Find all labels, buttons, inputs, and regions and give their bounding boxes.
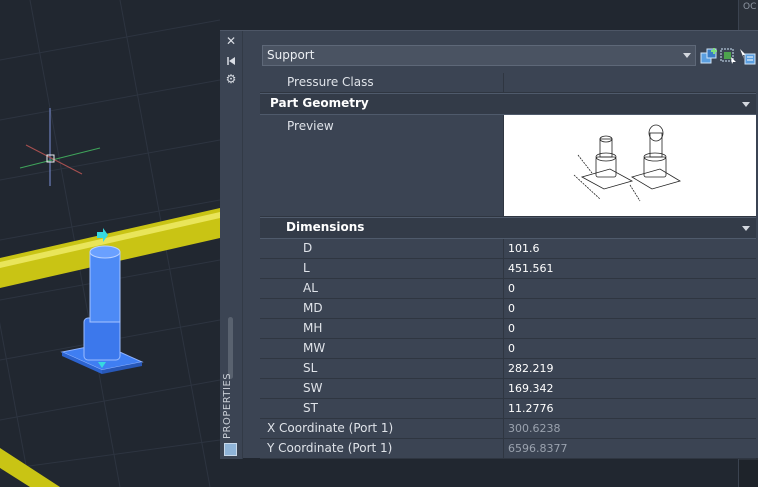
chevron-down-icon bbox=[683, 53, 691, 58]
section-part-geometry[interactable]: Part Geometry bbox=[260, 93, 756, 115]
property-label: AL bbox=[302, 279, 504, 298]
right-edge-bottom-block bbox=[739, 460, 758, 487]
dimension-row[interactable]: ST 11.2776 bbox=[260, 399, 756, 419]
property-value[interactable]: 282.219 bbox=[504, 359, 756, 378]
pipe-lower[interactable] bbox=[0, 448, 60, 487]
property-label: Pressure Class bbox=[286, 73, 504, 92]
dimension-row[interactable]: SL 282.219 bbox=[260, 359, 756, 379]
property-value[interactable]: 0 bbox=[504, 299, 756, 318]
toggle-pickadd-icon[interactable] bbox=[700, 47, 718, 65]
dimension-row[interactable]: AL 0 bbox=[260, 279, 756, 299]
property-label: MD bbox=[302, 299, 504, 318]
preview-image bbox=[504, 115, 756, 216]
palette-menu-icon[interactable] bbox=[224, 443, 237, 456]
dimension-row[interactable]: MW 0 bbox=[260, 339, 756, 359]
property-value[interactable]: 101.6 bbox=[504, 239, 756, 258]
property-label: SL bbox=[302, 359, 504, 378]
object-type-select[interactable]: Support bbox=[262, 45, 696, 66]
autohide-icon[interactable] bbox=[223, 53, 239, 69]
coordinate-row[interactable]: X Coordinate (Port 1) 300.6238 bbox=[260, 419, 756, 439]
coordinate-row[interactable]: Y Coordinate (Port 1) 6596.8377 bbox=[260, 439, 756, 459]
close-icon[interactable]: ✕ bbox=[223, 33, 239, 49]
object-type-value: Support bbox=[267, 48, 315, 62]
property-row[interactable]: Pressure Class bbox=[260, 73, 756, 93]
dimension-row[interactable]: MH 0 bbox=[260, 319, 756, 339]
preview-row: Preview bbox=[260, 115, 756, 217]
properties-palette: ✕ ⚙ PROPERTIES Support Pressure Class Pa… bbox=[220, 30, 758, 459]
property-value[interactable]: 169.342 bbox=[504, 379, 756, 398]
chevron-down-icon[interactable] bbox=[742, 226, 750, 231]
property-value[interactable]: 0 bbox=[504, 319, 756, 338]
property-label: X Coordinate (Port 1) bbox=[266, 419, 504, 438]
property-value: 300.6238 bbox=[504, 419, 756, 438]
section-label: Part Geometry bbox=[270, 96, 369, 110]
dimension-row[interactable]: MD 0 bbox=[260, 299, 756, 319]
support-preview-drawing bbox=[573, 124, 681, 202]
dimension-row[interactable]: SW 169.342 bbox=[260, 379, 756, 399]
property-value[interactable]: 0 bbox=[504, 279, 756, 298]
property-grid: Pressure Class Part Geometry Preview Dim… bbox=[260, 73, 756, 459]
property-value[interactable]: 0 bbox=[504, 339, 756, 358]
dimension-row[interactable]: L 451.561 bbox=[260, 259, 756, 279]
gear-icon[interactable]: ⚙ bbox=[223, 71, 239, 87]
property-value[interactable] bbox=[504, 73, 756, 92]
property-label: SW bbox=[302, 379, 504, 398]
palette-title: PROPERTIES bbox=[222, 372, 233, 439]
dimension-row[interactable]: D 101.6 bbox=[260, 239, 756, 259]
property-label: D bbox=[302, 239, 504, 258]
property-label: Y Coordinate (Port 1) bbox=[266, 439, 504, 458]
quick-select-icon[interactable] bbox=[738, 47, 756, 65]
palette-sidebar: ✕ ⚙ PROPERTIES bbox=[220, 31, 243, 459]
chevron-down-icon[interactable] bbox=[742, 102, 750, 107]
property-label: MH bbox=[302, 319, 504, 338]
property-label: Preview bbox=[286, 115, 504, 216]
property-label: L bbox=[302, 259, 504, 278]
property-label: ST bbox=[302, 399, 504, 418]
property-value: 6596.8377 bbox=[504, 439, 756, 458]
section-label: Dimensions bbox=[286, 220, 365, 234]
property-value[interactable]: 451.561 bbox=[504, 259, 756, 278]
property-value[interactable]: 11.2776 bbox=[504, 399, 756, 418]
property-label: MW bbox=[302, 339, 504, 358]
section-dimensions[interactable]: Dimensions bbox=[260, 217, 756, 239]
right-edge-tag: OC bbox=[743, 2, 757, 12]
select-objects-icon[interactable] bbox=[719, 47, 737, 65]
